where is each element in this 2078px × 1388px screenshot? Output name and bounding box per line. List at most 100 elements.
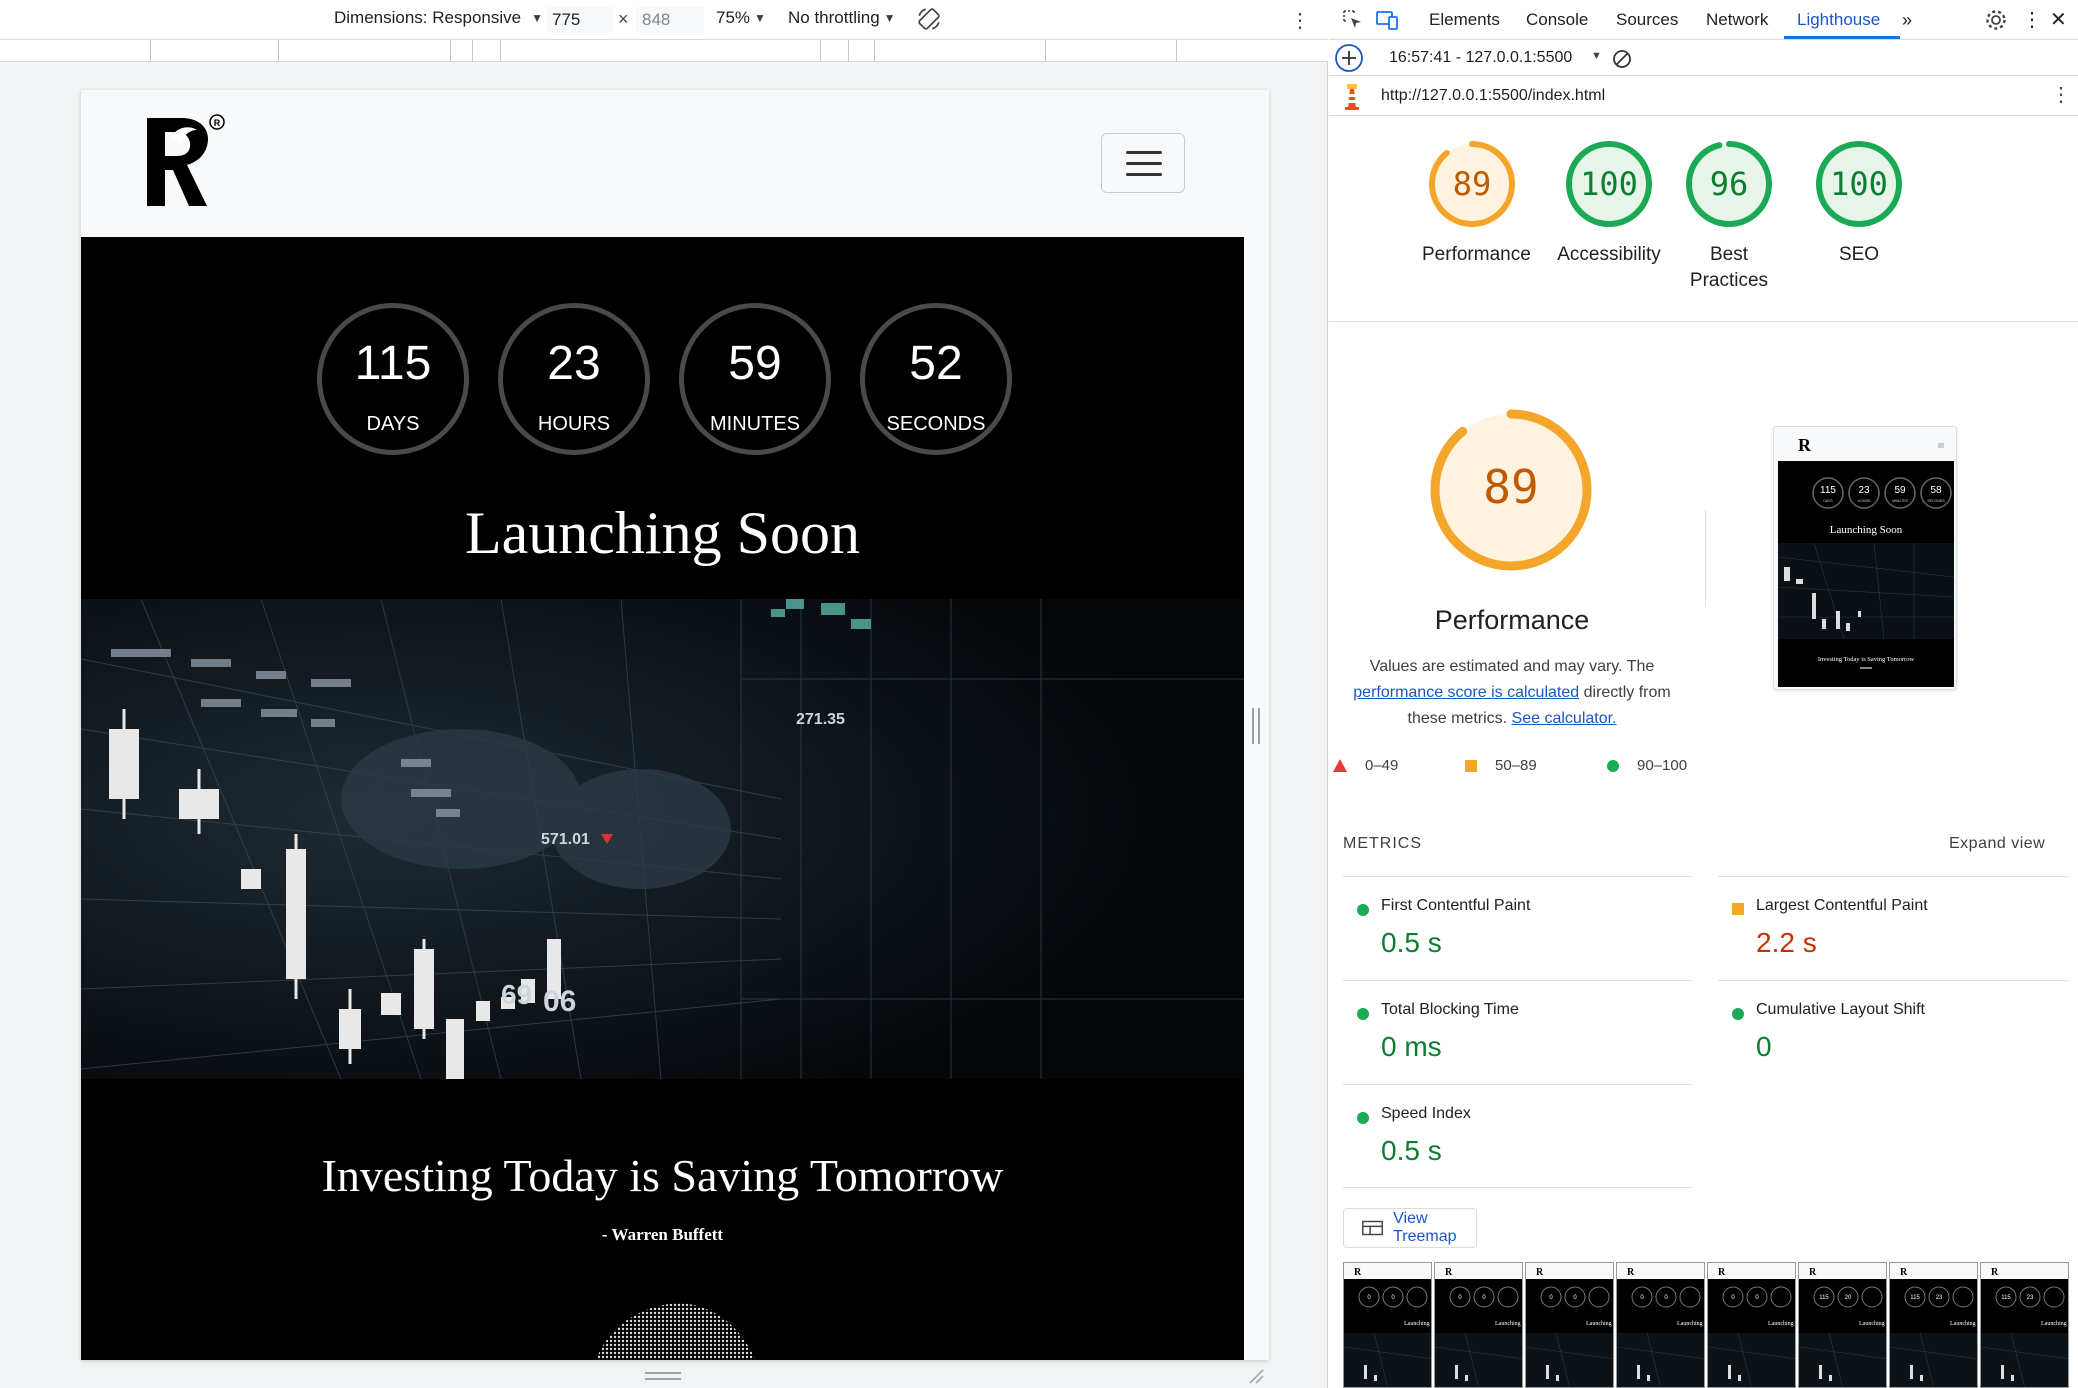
- tab-network[interactable]: Network: [1706, 10, 1768, 30]
- more-options-icon[interactable]: ⋮: [2051, 82, 2071, 107]
- frame-image: R 0 0 Launching: [1526, 1263, 1613, 1387]
- svg-text:20: 20: [1845, 1295, 1852, 1301]
- report-url[interactable]: http://127.0.0.1:5500/index.html: [1381, 87, 1605, 105]
- more-options-icon[interactable]: ⋮: [2022, 7, 2042, 32]
- metric-name: Largest Contentful Paint: [1756, 897, 1928, 914]
- device-emulation-pane: Dimensions: Responsive ▼ × 75% ▼ No thro…: [0, 0, 1328, 1388]
- thumbnail-image: R 115 23 59 58 DAYS HOURS MINUTES SECOND…: [1774, 427, 1956, 687]
- filmstrip-frame: R 115 23 Launching: [1980, 1262, 2069, 1388]
- gauge-value: 100: [1830, 165, 1888, 203]
- score-calculated-link[interactable]: performance score is calculated: [1353, 684, 1579, 701]
- rotate-icon[interactable]: [916, 6, 942, 32]
- frame-image: R 0 0 Launching: [1344, 1263, 1431, 1387]
- performance-description: Values are estimated and may vary. The p…: [1329, 654, 1695, 732]
- tab-console[interactable]: Console: [1526, 10, 1588, 30]
- svg-text:R: R: [1798, 435, 1812, 455]
- quote-author: - Warren Buffett: [601, 1225, 724, 1244]
- chevron-down-icon: ▼: [754, 11, 766, 25]
- svg-text:0: 0: [1755, 1295, 1759, 1301]
- svg-text:115: 115: [2001, 1295, 2011, 1301]
- filmstrip-frame: R 0 0 Launching: [1616, 1262, 1705, 1388]
- dimensions-dropdown[interactable]: Dimensions: Responsive ▼: [334, 8, 543, 28]
- svg-text:23: 23: [2027, 1295, 2034, 1301]
- gauge-value: 100: [1580, 165, 1638, 203]
- resize-corner-icon[interactable]: [1248, 1368, 1264, 1384]
- site-header: R: [81, 90, 1269, 237]
- gear-icon[interactable]: [1984, 8, 2008, 32]
- new-report-icon[interactable]: [1334, 43, 1364, 73]
- thumb-timer: 58: [1930, 485, 1942, 496]
- treemap-label: View Treemap: [1393, 1210, 1457, 1245]
- svg-text:R: R: [1809, 1267, 1817, 1278]
- more-tabs-icon[interactable]: »: [1902, 10, 1912, 31]
- throttling-dropdown[interactable]: No throttling ▼: [788, 8, 896, 28]
- tab-lighthouse[interactable]: Lighthouse: [1797, 10, 1880, 30]
- metric-value: 2.2 s: [1756, 927, 1817, 958]
- svg-text:0: 0: [1573, 1295, 1577, 1301]
- tab-sources[interactable]: Sources: [1616, 10, 1678, 30]
- clear-icon[interactable]: [1612, 49, 1632, 69]
- frame-image: R 0 0 Launching: [1435, 1263, 1522, 1387]
- menu-toggle-button[interactable]: [1101, 133, 1185, 193]
- legend-pass: 90–100: [1607, 757, 1687, 774]
- filmstrip-frame: R 0 0 Launching: [1707, 1262, 1796, 1388]
- thumb-timer-label: SECONDS: [1927, 499, 1945, 503]
- height-input[interactable]: [636, 7, 704, 33]
- gauge-label: Best Practices: [1689, 244, 1769, 291]
- report-url-bar: http://127.0.0.1:5500/index.html ⋮: [1329, 76, 2078, 116]
- countdown-minutes: 59 MINUTES: [679, 303, 831, 455]
- desc-text: directly from: [1583, 684, 1671, 701]
- zoom-label: 75%: [716, 8, 751, 27]
- metric-total-blocking-time: Total Blocking Time 0 ms: [1343, 980, 1693, 1084]
- frame-image: R 115 20 Launching: [1799, 1263, 1886, 1387]
- tab-elements[interactable]: Elements: [1429, 10, 1500, 30]
- frame-image: R 0 0 Launching: [1708, 1263, 1795, 1387]
- gauge-label: Accessibility: [1557, 244, 1661, 265]
- close-icon[interactable]: ✕: [2050, 7, 2067, 32]
- svg-text:23: 23: [1936, 1295, 1943, 1301]
- svg-text:115: 115: [1910, 1295, 1920, 1301]
- filmstrip-frame: R 115 23 Launching: [1889, 1262, 1978, 1388]
- report-selector[interactable]: 16:57:41 - 127.0.0.1:5500: [1389, 49, 1572, 67]
- more-options-icon[interactable]: ⋮: [1290, 8, 1310, 33]
- performance-title: Performance: [1434, 605, 1590, 635]
- svg-text:R: R: [1354, 1267, 1362, 1278]
- hours-label: HOURS: [537, 413, 611, 435]
- market-label: 69: [501, 979, 532, 1010]
- desc-text: these metrics.: [1407, 710, 1508, 727]
- device-toggle-icon[interactable]: [1375, 8, 1399, 32]
- zoom-dropdown[interactable]: 75% ▼: [716, 8, 766, 28]
- score-gauge-performance[interactable]: 89 Performance: [1422, 140, 1531, 268]
- metric-value: 0.5 s: [1381, 927, 1442, 958]
- stock-market-image: 271.35 571.01 69 06: [81, 599, 1244, 1079]
- throttling-label: No throttling: [788, 8, 880, 27]
- triangle-icon: [1333, 759, 1347, 772]
- svg-text:Launching: Launching: [1859, 1321, 1885, 1327]
- width-input[interactable]: [546, 7, 614, 33]
- legend-range: 0–49: [1365, 757, 1399, 774]
- metric-value: 0: [1756, 1031, 1772, 1062]
- pass-circle-icon: [1357, 1112, 1369, 1124]
- svg-text:Launching: Launching: [1950, 1321, 1976, 1327]
- gauge-label: Performance: [1422, 244, 1531, 265]
- thumb-headline: Launching Soon: [1830, 524, 1903, 536]
- score-gauge-best-practices[interactable]: 96 Best Practices: [1679, 140, 1779, 294]
- chevron-down-icon[interactable]: ▼: [1591, 50, 1602, 62]
- brand-logo[interactable]: R: [141, 110, 227, 214]
- score-gauge-seo[interactable]: 100 SEO: [1809, 140, 1909, 268]
- device-toolbar: Dimensions: Responsive ▼ × 75% ▼ No thro…: [0, 0, 1328, 40]
- inspect-element-icon[interactable]: [1341, 8, 1365, 32]
- filmstrip-frame: R 0 0 Launching: [1343, 1262, 1432, 1388]
- score-gauge-accessibility[interactable]: 100 Accessibility: [1551, 140, 1667, 268]
- countdown-hours: 23 HOURS: [498, 303, 650, 455]
- circle-icon: [1607, 759, 1619, 772]
- resize-handle-bottom[interactable]: [645, 1372, 681, 1380]
- active-tab-indicator: [1784, 36, 1900, 39]
- resize-handle-right[interactable]: [1252, 708, 1260, 744]
- section-divider: [1329, 321, 2078, 322]
- gauge-value: 89: [1452, 165, 1492, 203]
- see-calculator-link[interactable]: See calculator.: [1512, 710, 1617, 727]
- final-screenshot-thumbnail[interactable]: R 115 23 59 58 DAYS HOURS MINUTES SECOND…: [1773, 426, 1957, 690]
- view-treemap-button[interactable]: View Treemap: [1343, 1208, 1477, 1248]
- expand-view-button[interactable]: Expand view: [1949, 835, 2045, 853]
